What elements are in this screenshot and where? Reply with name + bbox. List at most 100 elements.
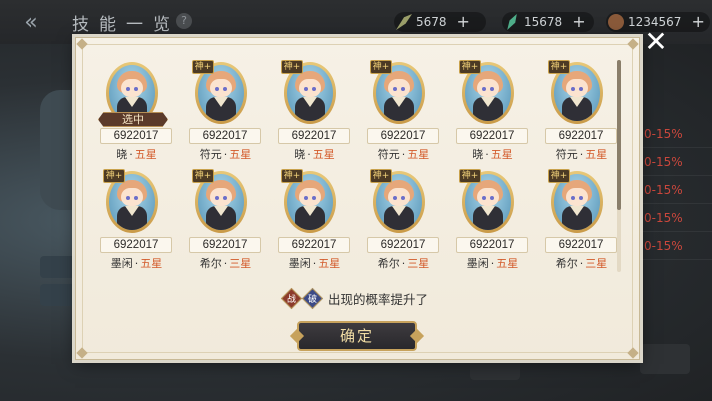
hero-eye bbox=[571, 87, 575, 91]
hero-face bbox=[477, 79, 499, 97]
hero-eye bbox=[126, 87, 130, 91]
selected-tag: 选中 bbox=[98, 112, 168, 127]
hero-id: 6922017 bbox=[367, 128, 439, 144]
confirm-button[interactable]: 确定 bbox=[297, 321, 417, 351]
hero-id: 6922017 bbox=[100, 128, 172, 144]
hero-name: 希尔 bbox=[555, 257, 578, 270]
hero-id: 6922017 bbox=[278, 128, 350, 144]
hero-name: 晓 bbox=[116, 148, 128, 161]
hero-eye bbox=[215, 196, 219, 200]
hero-name: 希尔 bbox=[199, 257, 222, 270]
hero-eye bbox=[134, 196, 138, 200]
hero-star: 五星 bbox=[134, 148, 157, 161]
hero-name-line: 符元 · 五星 bbox=[359, 146, 448, 162]
hero-card[interactable]: 神+ 6922017 希尔 · 三星 bbox=[537, 167, 626, 276]
hero-card[interactable]: 神+ 6922017 墨闲 · 五星 bbox=[448, 167, 537, 276]
resource-wing: 5678 + bbox=[394, 12, 486, 32]
close-icon[interactable]: ✕ bbox=[642, 28, 670, 56]
hero-name: 符元 bbox=[555, 148, 578, 161]
hero-id: 6922017 bbox=[545, 237, 617, 253]
zhan-tag-icon: 战 bbox=[280, 287, 303, 309]
hero-star: 五星 bbox=[585, 148, 608, 161]
background-rate-list: 0-15% 0-15% 0-15% 0-15% 0-15% bbox=[640, 120, 712, 260]
hero-face bbox=[299, 79, 321, 97]
help-icon[interactable]: ? bbox=[176, 13, 192, 29]
hero-id: 6922017 bbox=[367, 237, 439, 253]
hero-card[interactable]: 神+ 6922017 墨闲 · 五星 bbox=[92, 167, 181, 276]
god-badge-icon: 神+ bbox=[459, 169, 481, 183]
hero-card[interactable]: 神+ 6922017 墨闲 · 五星 bbox=[270, 167, 359, 276]
hero-card[interactable]: 神+ 6922017 晓 · 五星 bbox=[270, 58, 359, 167]
hero-card[interactable]: 神+ 6922017 符元 · 五星 bbox=[181, 58, 270, 167]
bag-icon bbox=[608, 14, 624, 30]
feather-icon bbox=[507, 14, 517, 30]
resource-feather: 15678 + bbox=[502, 12, 594, 32]
back-chevron-icon[interactable]: « bbox=[16, 10, 46, 35]
rate-up-notice: 战 破 出现的概率提升了 bbox=[280, 287, 428, 309]
hero-grid: 选中 6922017 晓 · 五星 神+ 6922017 符元 · 五星 神+ … bbox=[92, 58, 617, 276]
hero-eye bbox=[490, 196, 494, 200]
hero-name: 符元 bbox=[199, 148, 222, 161]
god-badge-icon: 神+ bbox=[459, 60, 481, 74]
separator: · bbox=[579, 257, 584, 270]
hero-name: 墨闲 bbox=[288, 257, 311, 270]
god-badge-icon: 神+ bbox=[548, 169, 570, 183]
god-badge-icon: 神+ bbox=[548, 60, 570, 74]
hero-name-line: 墨闲 · 五星 bbox=[448, 255, 537, 271]
hero-name-line: 希尔 · 三星 bbox=[537, 255, 626, 271]
hero-eye bbox=[579, 87, 583, 91]
hero-eye bbox=[223, 196, 227, 200]
hero-star: 五星 bbox=[312, 148, 335, 161]
hero-id: 6922017 bbox=[278, 237, 350, 253]
hero-star: 五星 bbox=[496, 257, 519, 270]
rate-text: 0-15% bbox=[640, 204, 712, 232]
hero-eye bbox=[304, 87, 308, 91]
hero-star: 三星 bbox=[407, 257, 430, 270]
add-resource-button[interactable]: + bbox=[572, 12, 585, 32]
hero-id: 6922017 bbox=[456, 128, 528, 144]
hero-id: 6922017 bbox=[100, 237, 172, 253]
hero-eye bbox=[223, 87, 227, 91]
hero-name-line: 符元 · 五星 bbox=[537, 146, 626, 162]
hero-star: 五星 bbox=[140, 257, 163, 270]
hero-face bbox=[566, 188, 588, 206]
hero-eye bbox=[482, 196, 486, 200]
hero-star: 五星 bbox=[318, 257, 341, 270]
background-tab bbox=[40, 256, 80, 278]
hero-id: 6922017 bbox=[189, 128, 261, 144]
rate-text: 0-15% bbox=[640, 148, 712, 176]
hero-eye bbox=[126, 196, 130, 200]
rate-text: 0-15% bbox=[640, 120, 712, 148]
separator: · bbox=[223, 148, 228, 161]
hero-name-line: 晓 · 五星 bbox=[92, 146, 181, 162]
hero-card[interactable]: 神+ 6922017 希尔 · 三星 bbox=[359, 167, 448, 276]
separator: · bbox=[490, 257, 495, 270]
hero-star: 三星 bbox=[229, 257, 252, 270]
hero-face bbox=[388, 79, 410, 97]
hero-card[interactable]: 选中 6922017 晓 · 五星 bbox=[92, 58, 181, 167]
hero-face bbox=[566, 79, 588, 97]
hero-card[interactable]: 神+ 6922017 符元 · 五星 bbox=[359, 58, 448, 167]
hero-eye bbox=[304, 196, 308, 200]
hero-face bbox=[121, 79, 143, 97]
god-badge-icon: 神+ bbox=[281, 169, 303, 183]
hero-card[interactable]: 神+ 6922017 希尔 · 三星 bbox=[181, 167, 270, 276]
add-resource-button[interactable]: + bbox=[457, 12, 470, 32]
add-resource-button[interactable]: + bbox=[691, 12, 704, 32]
hero-eye bbox=[393, 87, 397, 91]
hero-eye bbox=[579, 196, 583, 200]
hero-card[interactable]: 神+ 6922017 晓 · 五星 bbox=[448, 58, 537, 167]
hero-card[interactable]: 神+ 6922017 符元 · 五星 bbox=[537, 58, 626, 167]
hero-name: 晓 bbox=[472, 148, 484, 161]
hero-eye bbox=[215, 87, 219, 91]
hero-eye bbox=[490, 87, 494, 91]
hero-name-line: 希尔 · 三星 bbox=[359, 255, 448, 271]
hero-name: 符元 bbox=[377, 148, 400, 161]
hero-name: 墨闲 bbox=[110, 257, 133, 270]
separator: · bbox=[401, 148, 406, 161]
hero-id: 6922017 bbox=[545, 128, 617, 144]
god-badge-icon: 神+ bbox=[370, 60, 392, 74]
hero-star: 五星 bbox=[229, 148, 252, 161]
hero-face bbox=[210, 188, 232, 206]
separator: · bbox=[485, 148, 489, 161]
